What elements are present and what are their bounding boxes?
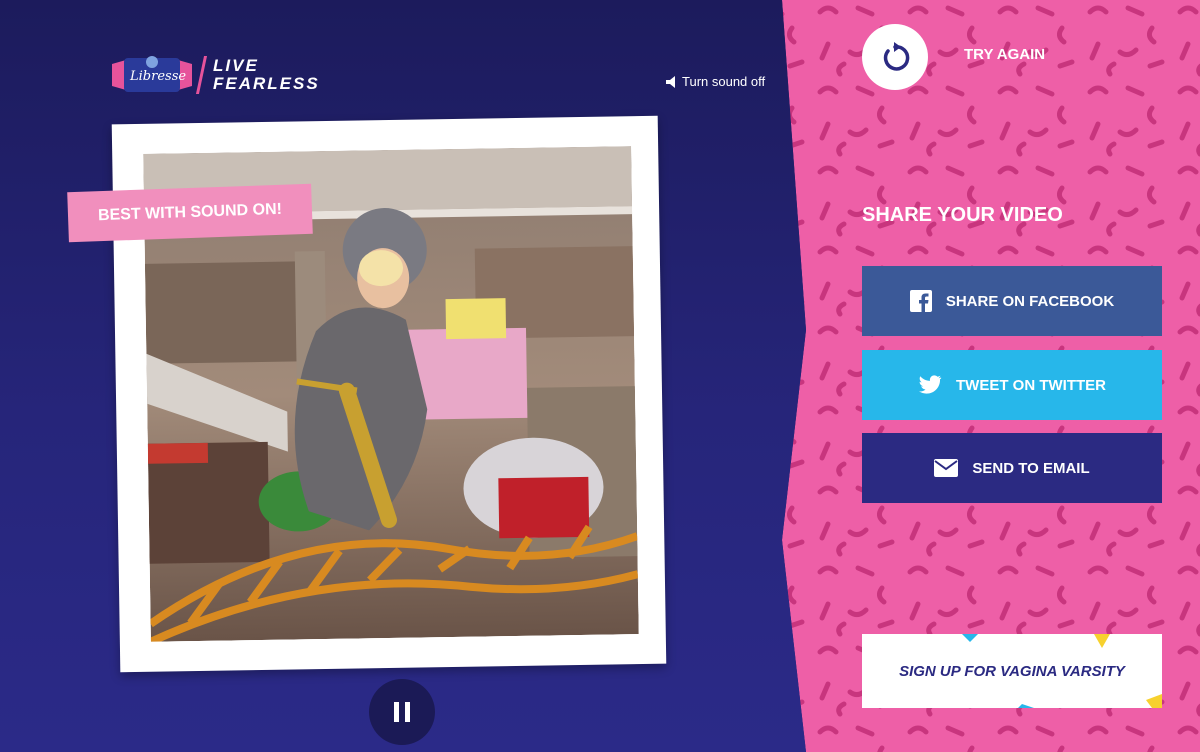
brand-logo[interactable]: Libresse LIVE FEARLESS	[112, 50, 320, 100]
share-twitter-label: TWEET ON TWITTER	[956, 376, 1106, 394]
sound-banner: BEST WITH SOUND ON!	[67, 183, 313, 243]
tagline: LIVE FEARLESS	[213, 57, 320, 93]
logo-divider	[195, 56, 208, 94]
tagline-line1: LIVE	[213, 56, 259, 75]
libresse-logo-icon: Libresse	[112, 50, 192, 100]
try-again-label[interactable]: TRY AGAIN	[964, 46, 1045, 63]
replay-icon	[883, 42, 910, 71]
send-email-button[interactable]: SEND TO EMAIL	[862, 433, 1162, 503]
envelope-icon	[934, 459, 959, 477]
pause-icon	[394, 702, 399, 722]
pause-button[interactable]	[369, 679, 435, 745]
sound-toggle-label: Turn sound off	[682, 74, 766, 89]
signup-vagina-varsity-button[interactable]: SIGN UP FOR VAGINA VARSITY	[862, 634, 1162, 708]
pause-icon-bar	[405, 702, 410, 722]
share-title: SHARE YOUR VIDEO	[862, 204, 1063, 226]
sound-toggle[interactable]: Turn sound off	[666, 74, 765, 89]
logo-text: Libresse	[130, 69, 187, 84]
share-facebook-label: SHARE ON FACEBOOK	[945, 292, 1115, 310]
tagline-line2: FEARLESS	[213, 74, 320, 93]
signup-label: SIGN UP FOR VAGINA VARSITY	[899, 662, 1125, 680]
speaker-icon	[666, 75, 675, 88]
share-facebook-button[interactable]: SHARE ON FACEBOOK	[862, 266, 1162, 336]
share-twitter-button[interactable]: TWEET ON TWITTER	[862, 350, 1162, 420]
try-again-button[interactable]	[862, 24, 928, 90]
send-email-label: SEND TO EMAIL	[972, 459, 1090, 477]
twitter-icon	[919, 375, 942, 394]
facebook-icon	[909, 290, 932, 312]
